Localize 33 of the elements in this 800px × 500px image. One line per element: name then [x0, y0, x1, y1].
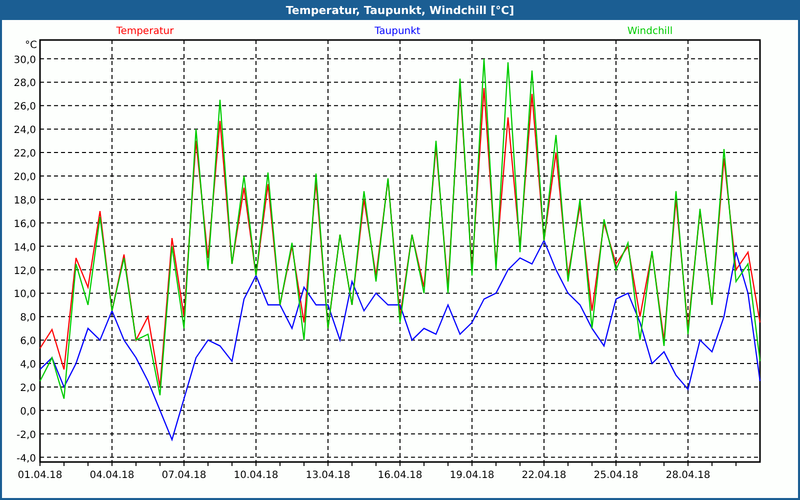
- y-tick-label: 4,0: [20, 360, 36, 371]
- y-axis-unit: °C: [25, 40, 37, 51]
- y-tick-label: -2,0: [16, 430, 36, 441]
- y-tick-label: 12,0: [14, 266, 36, 277]
- x-tick-label: 22.04.18: [522, 470, 566, 481]
- y-tick-label: 10,0: [14, 289, 36, 300]
- y-tick-label: 8,0: [20, 312, 36, 324]
- x-tick-label: 07.04.18: [162, 470, 206, 481]
- window-title: Temperatur, Taupunkt, Windchill [°C]: [286, 4, 514, 16]
- x-tick-label: 25.04.18: [594, 470, 638, 481]
- legend-label: Taupunkt: [374, 26, 420, 37]
- y-tick-label: 6,0: [20, 336, 36, 348]
- y-tick-label: 24,0: [14, 125, 36, 136]
- y-tick-label: 26,0: [14, 102, 36, 113]
- x-tick-label: 04.04.18: [90, 470, 134, 481]
- x-tick-label: 16.04.18: [378, 470, 422, 481]
- y-tick-label: 16,0: [14, 218, 36, 230]
- x-tick-label: 13.04.18: [306, 470, 350, 481]
- y-tick-label: 0,0: [20, 406, 36, 418]
- y-tick-label: 28,0: [14, 78, 36, 90]
- legend-label: Temperatur: [116, 26, 174, 37]
- y-tick-label: 2,0: [20, 382, 36, 394]
- y-tick-label: 22,0: [14, 148, 36, 160]
- x-tick-label: 01.04.18: [18, 470, 62, 481]
- y-tick-label: 14,0: [14, 242, 36, 254]
- y-tick-label: 20,0: [14, 172, 36, 183]
- x-tick-label: 10.04.18: [234, 470, 278, 481]
- y-tick-label: -4,0: [16, 453, 36, 464]
- legend-label: Windchill: [627, 26, 673, 37]
- y-tick-label: 30,0: [14, 54, 36, 66]
- y-tick-label: 18,0: [14, 195, 36, 206]
- x-tick-label: 28.04.18: [666, 470, 710, 481]
- x-tick-label: 19.04.18: [450, 470, 494, 481]
